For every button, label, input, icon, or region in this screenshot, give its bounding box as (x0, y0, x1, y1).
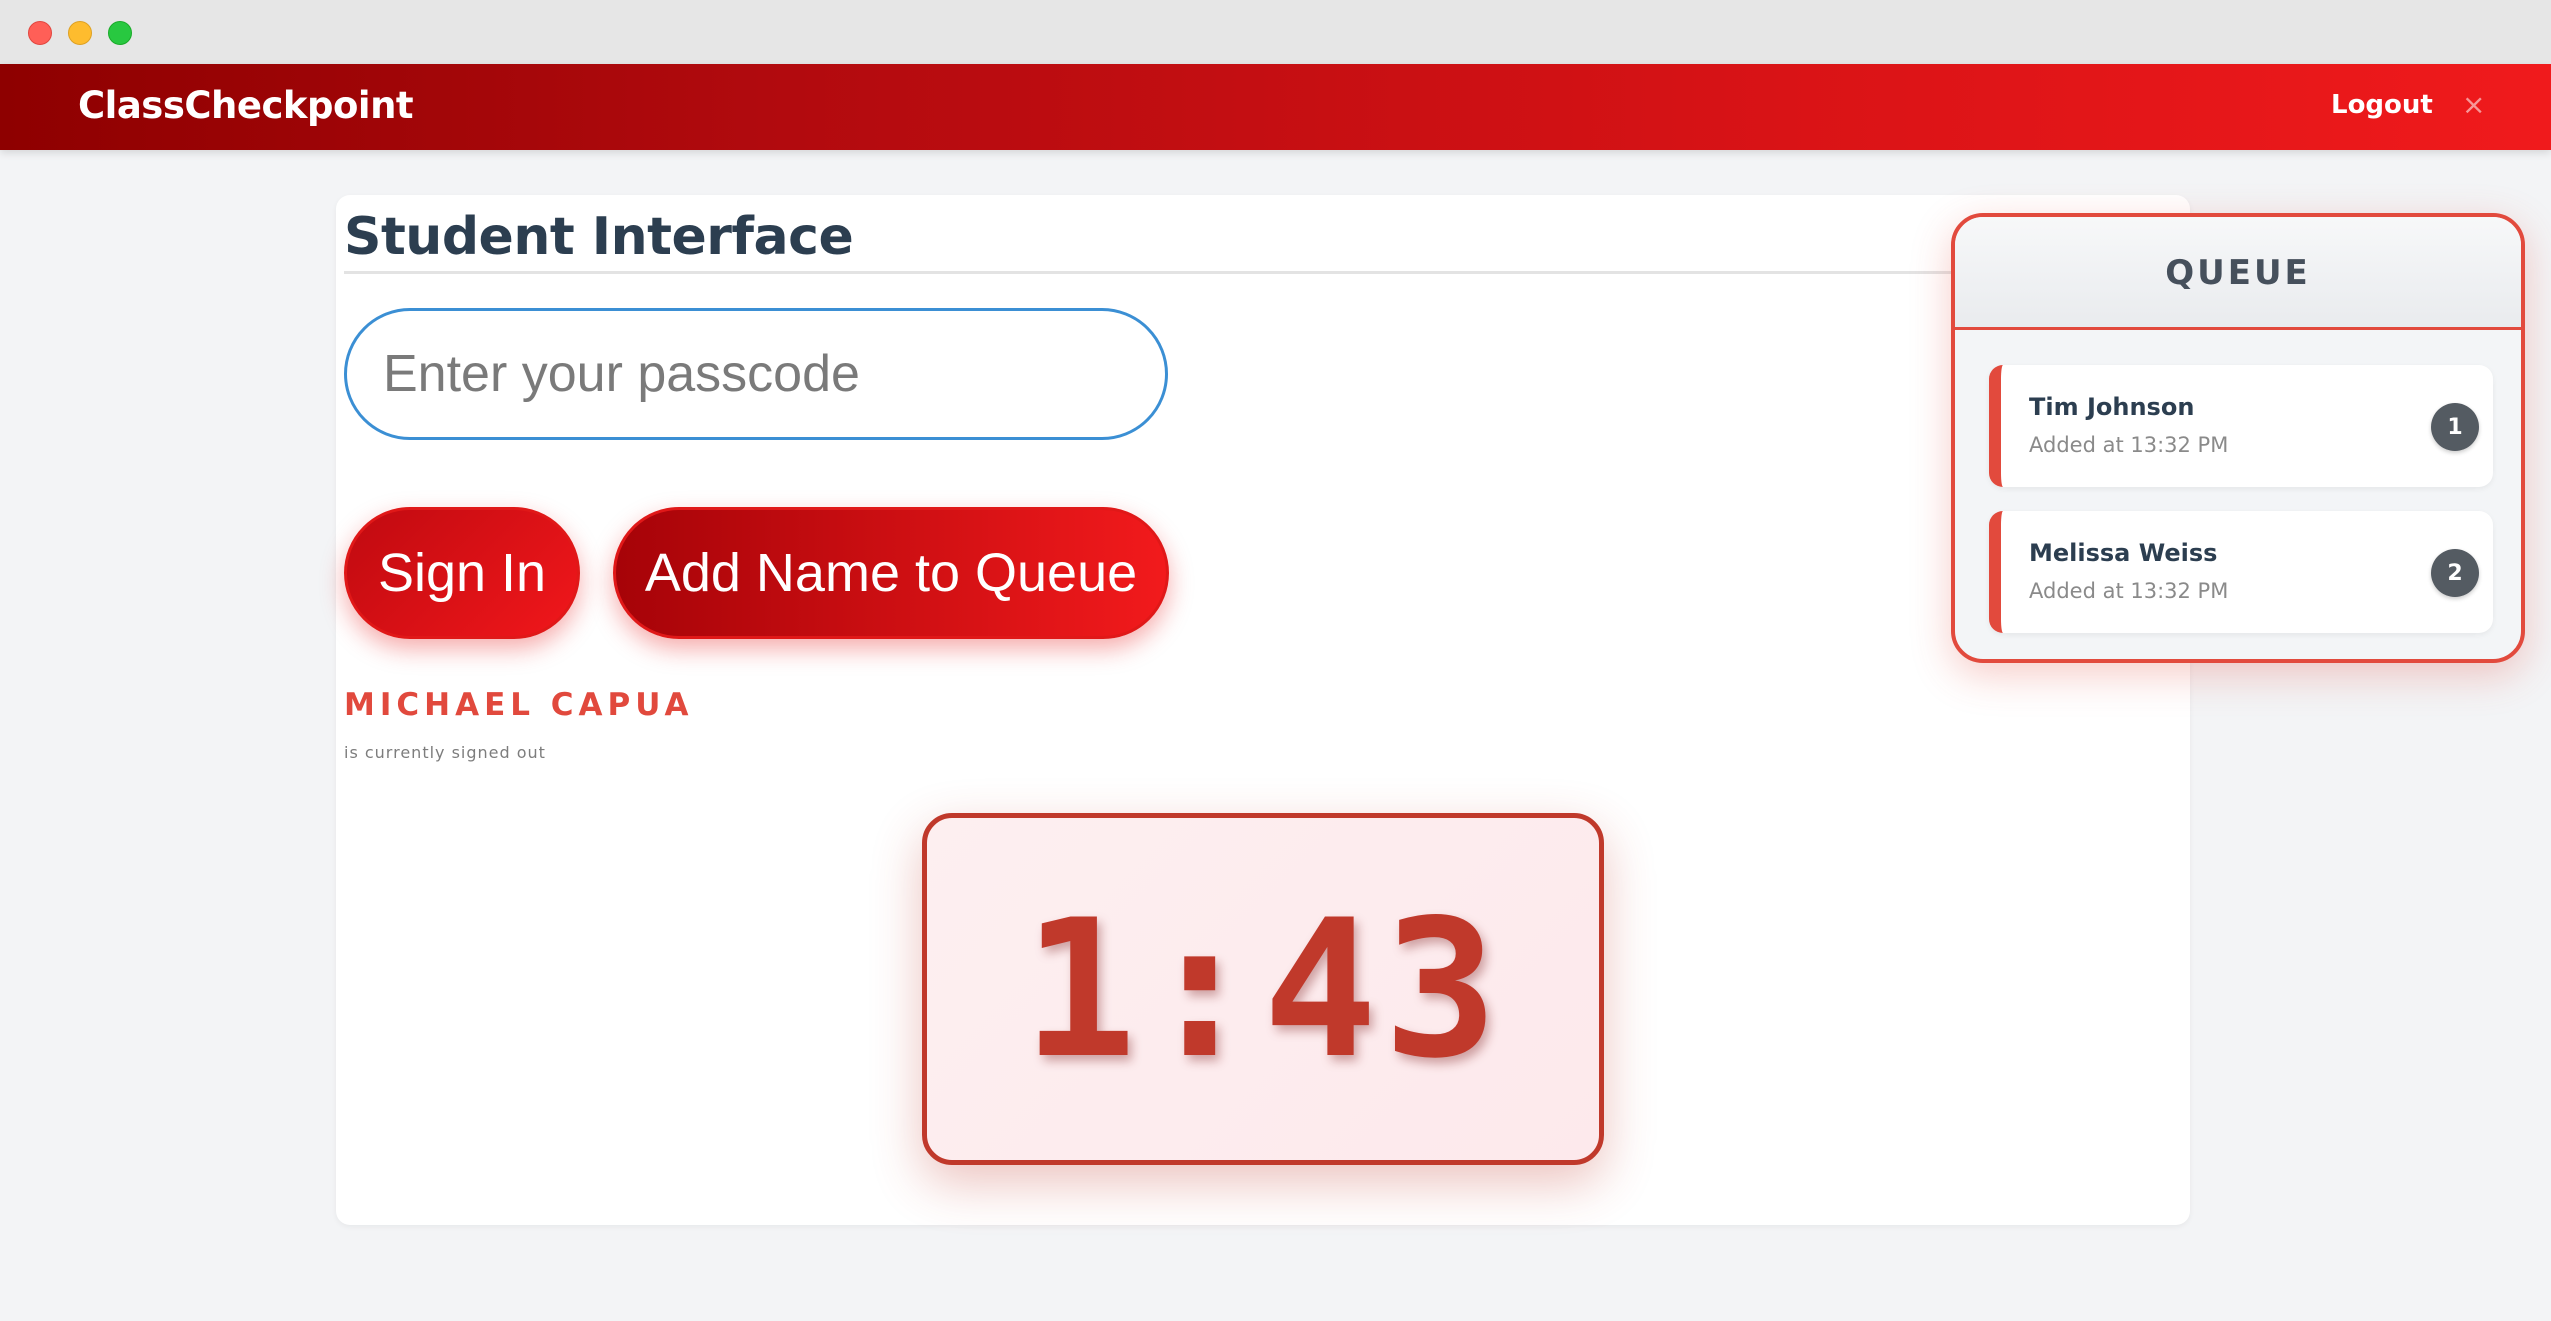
sign-in-button[interactable]: Sign In (344, 507, 580, 639)
page-title: Student Interface (344, 207, 854, 267)
app-header: ClassCheckpoint Logout × (0, 64, 2551, 150)
queue-header: QUEUE (1955, 217, 2521, 330)
queue-item-time: Added at 13:32 PM (2029, 433, 2229, 457)
queue-panel: QUEUE Tim Johnson Added at 13:32 PM 1 Me… (1951, 213, 2525, 663)
close-icon[interactable]: × (2462, 88, 2485, 121)
logout-link[interactable]: Logout (2331, 90, 2433, 120)
queue-item-name: Melissa Weiss (2029, 539, 2218, 567)
queue-item-time: Added at 13:32 PM (2029, 579, 2229, 603)
countdown-timer: 1:43 (922, 813, 1604, 1165)
passcode-input[interactable] (344, 308, 1168, 440)
student-status: is currently signed out (344, 743, 546, 762)
queue-title: QUEUE (2165, 253, 2311, 293)
queue-item[interactable]: Melissa Weiss Added at 13:32 PM 2 (1989, 511, 2493, 633)
window-minimize-button[interactable] (68, 21, 92, 45)
brand-title: ClassCheckpoint (78, 84, 414, 127)
queue-item[interactable]: Tim Johnson Added at 13:32 PM 1 (1989, 365, 2493, 487)
add-to-queue-button[interactable]: Add Name to Queue (613, 507, 1169, 639)
queue-position-badge: 1 (2431, 403, 2479, 451)
title-divider (344, 271, 2176, 274)
queue-item-name: Tim Johnson (2029, 393, 2195, 421)
student-name: MICHAEL CAPUA (344, 687, 694, 723)
window-maximize-button[interactable] (108, 21, 132, 45)
queue-position-badge: 2 (2431, 549, 2479, 597)
window-close-button[interactable] (28, 21, 52, 45)
timer-value: 1:43 (1022, 878, 1504, 1100)
window-titlebar (0, 0, 2551, 64)
